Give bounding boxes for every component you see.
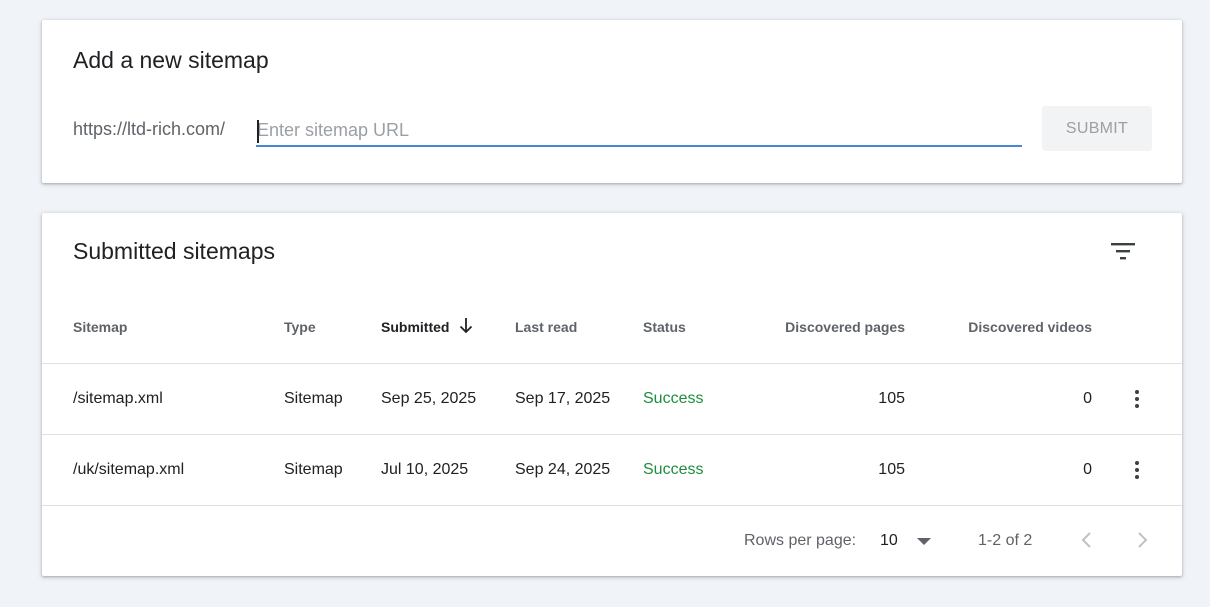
table-header: Sitemap Type Submitted Last read Status … [42, 309, 1182, 364]
table-pagination: Rows per page: 10 1-2 of 2 [42, 506, 1182, 576]
rows-per-page-label: Rows per page: [744, 532, 857, 549]
column-header-discovered-pages[interactable]: Discovered pages [785, 319, 905, 335]
cell-status: Success [643, 390, 704, 407]
cell-status: Success [643, 461, 704, 478]
more-vert-icon[interactable] [1126, 450, 1148, 490]
arrow-down-icon[interactable] [459, 317, 473, 335]
caret-down-icon[interactable] [917, 538, 931, 545]
column-header-type[interactable]: Type [284, 319, 316, 335]
submitted-sitemaps-card: Submitted sitemaps Sitemap Type Submitte… [42, 213, 1182, 576]
column-header-submitted[interactable]: Submitted [381, 319, 449, 335]
column-header-last-read[interactable]: Last read [515, 319, 577, 335]
table-row[interactable]: /sitemap.xml Sitemap Sep 25, 2025 Sep 17… [42, 364, 1182, 435]
add-sitemap-title: Add a new sitemap [73, 47, 269, 73]
sitemap-url-input[interactable] [256, 115, 1022, 147]
cell-discovered-videos: 0 [1083, 461, 1092, 478]
cell-type: Sitemap [284, 390, 343, 407]
cell-last-read: Sep 24, 2025 [515, 461, 611, 478]
submitted-sitemaps-title: Submitted sitemaps [73, 238, 275, 264]
add-sitemap-card: Add a new sitemap https://ltd-rich.com/ … [42, 20, 1182, 183]
text-cursor [257, 120, 259, 143]
cell-last-read: Sep 17, 2025 [515, 390, 611, 407]
column-header-status[interactable]: Status [643, 319, 686, 335]
table-row[interactable]: /uk/sitemap.xml Sitemap Jul 10, 2025 Sep… [42, 435, 1182, 506]
chevron-right-icon[interactable] [1130, 528, 1154, 552]
more-vert-icon[interactable] [1126, 379, 1148, 419]
cell-discovered-pages: 105 [878, 390, 905, 407]
sitemap-url-prefix: https://ltd-rich.com/ [73, 119, 226, 139]
column-header-sitemap[interactable]: Sitemap [73, 319, 127, 335]
cell-discovered-pages: 105 [878, 461, 905, 478]
rows-per-page-select[interactable]: 10 [880, 532, 898, 550]
submit-button[interactable]: SUBMIT [1042, 106, 1152, 151]
pagination-range: 1-2 of 2 [978, 532, 1033, 549]
cell-sitemap[interactable]: /sitemap.xml [73, 390, 163, 408]
column-header-discovered-videos[interactable]: Discovered videos [968, 319, 1092, 335]
cell-submitted: Sep 25, 2025 [381, 390, 477, 407]
chevron-left-icon[interactable] [1075, 528, 1099, 552]
cell-submitted: Jul 10, 2025 [381, 461, 469, 478]
cell-sitemap[interactable]: /uk/sitemap.xml [73, 461, 184, 479]
filter-icon[interactable] [1108, 239, 1138, 263]
cell-type: Sitemap [284, 461, 343, 478]
cell-discovered-videos: 0 [1083, 390, 1092, 407]
